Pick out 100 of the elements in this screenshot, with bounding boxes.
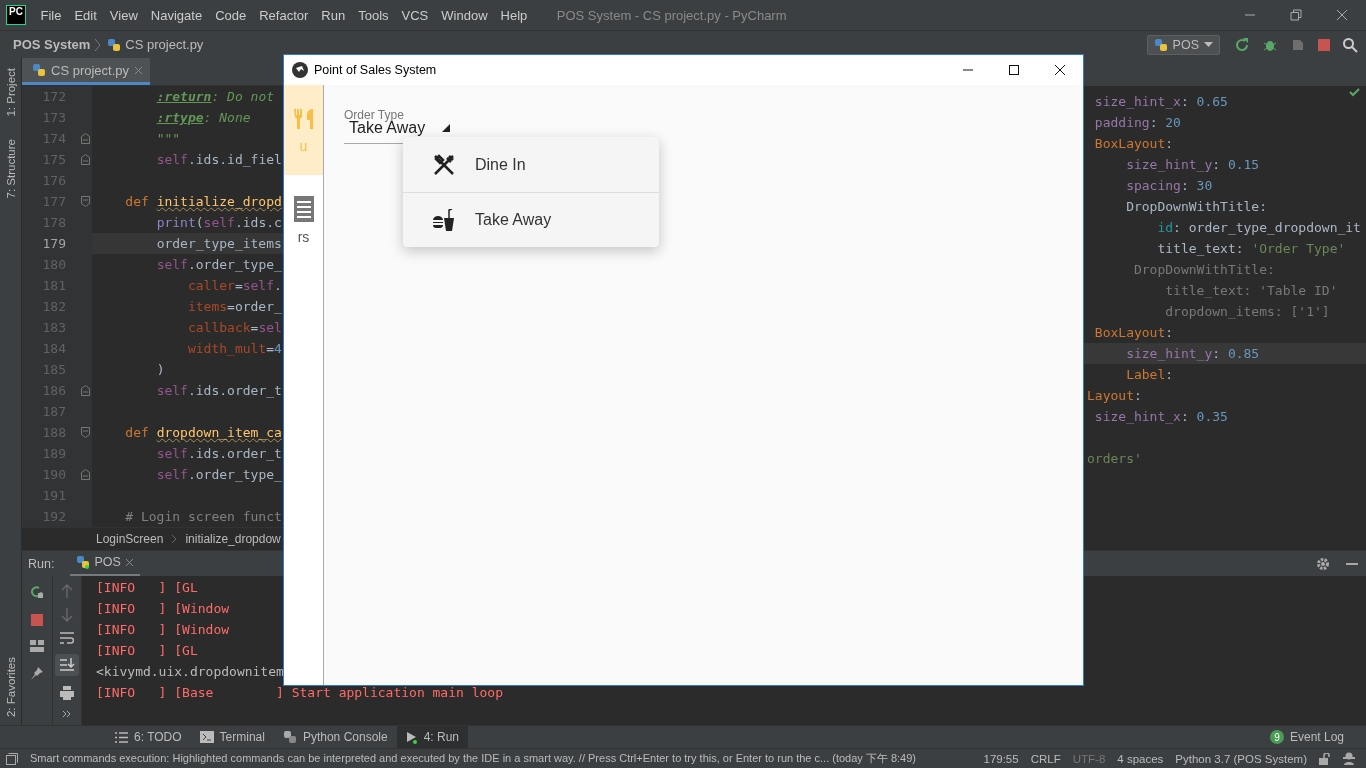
pin-icon[interactable] xyxy=(30,666,44,680)
fold-icon[interactable] xyxy=(81,385,90,396)
code-line: self.order_type_ xyxy=(155,467,282,482)
code-line: :return: Do not xyxy=(155,89,275,104)
menu-item[interactable]: Code xyxy=(215,7,247,23)
cutlery-icon xyxy=(291,107,316,131)
menu-item[interactable]: Navigate xyxy=(150,7,203,23)
restore-icon[interactable] xyxy=(1290,9,1302,21)
python-icon xyxy=(76,555,91,569)
fold-icon[interactable] xyxy=(81,133,90,144)
code-line: def initialize_dropd xyxy=(124,194,282,209)
settings-icon[interactable] xyxy=(1316,556,1330,571)
menu-item[interactable]: Refactor xyxy=(259,7,309,23)
layout-icon[interactable] xyxy=(30,640,44,652)
menu-item[interactable]: Run xyxy=(321,7,346,23)
console-line: <kivymd.uix.dropdownitem xyxy=(96,663,285,681)
code-line: width_mult=4 xyxy=(186,341,282,356)
menu-option[interactable]: Take Away xyxy=(403,192,659,247)
status-message: Smart commands execution: Highlighted commands can be interpreted and executed by the IDE in a smart way. // Press Ctrl+Enter to try this, or Enter to run the c... (today 下午 8:49) xyxy=(30,751,917,766)
more-icon[interactable] xyxy=(63,710,71,718)
menu-item[interactable]: File xyxy=(40,7,62,23)
menu-item[interactable]: Tools xyxy=(358,7,389,23)
lock-icon[interactable] xyxy=(1319,752,1330,765)
scroll-to-end-icon[interactable] xyxy=(55,654,79,676)
code-line: size_hint_y: 0.15 xyxy=(1125,157,1260,172)
menu-item[interactable]: View xyxy=(109,7,138,23)
project-crumb[interactable]: POS System xyxy=(13,37,91,52)
list-icon xyxy=(115,731,128,743)
receipt-icon xyxy=(293,196,314,222)
nav-rail-item[interactable]: rs xyxy=(284,175,323,265)
check-icon xyxy=(1349,88,1360,97)
code-line: """ xyxy=(155,131,181,146)
python-file-icon xyxy=(32,63,46,77)
fold-icon[interactable] xyxy=(81,154,90,165)
event-log-button[interactable]: 9 Event Log xyxy=(1269,730,1366,744)
tool-window-tab[interactable]: Python Console xyxy=(273,725,397,749)
fold-icon[interactable] xyxy=(81,469,90,480)
python-icon xyxy=(282,730,297,744)
menu-item[interactable]: Help xyxy=(500,7,528,23)
menu-item[interactable]: Edit xyxy=(74,7,97,23)
status-item[interactable]: 179:55 xyxy=(983,752,1019,765)
fold-icon[interactable] xyxy=(81,196,90,207)
code-line: callback=sel xyxy=(186,320,282,335)
status-item[interactable]: Python 3.7 (POS System) xyxy=(1175,752,1307,765)
code-line: title_text: 'Order Type' xyxy=(1156,241,1346,256)
search-icon[interactable] xyxy=(1342,36,1358,53)
console-line: [INFO ] [Window xyxy=(96,600,231,618)
code-line: print(self.ids.c xyxy=(155,215,282,230)
run-config-dropdown[interactable]: POS xyxy=(1146,34,1220,55)
code-line: # Login screen funct xyxy=(124,509,282,524)
tool-window-tab[interactable]: 1: Project xyxy=(4,68,17,117)
chevron-icon xyxy=(94,37,102,52)
code-line: order_type_items xyxy=(155,236,282,251)
code-line: size_hint_y: 0.85 xyxy=(1125,346,1260,361)
console-line: [INFO ] [Window xyxy=(96,621,231,639)
status-item[interactable]: CRLF xyxy=(1030,752,1061,765)
code-line: orders' xyxy=(1086,451,1142,466)
code-line: DropDownWithTitle: xyxy=(1125,199,1267,214)
rerun-icon[interactable] xyxy=(29,584,45,600)
code-line: dropdown_items: ['1'] xyxy=(1164,304,1330,319)
menu-item[interactable]: Window xyxy=(441,7,488,23)
code-line: self.ids.id_fiel xyxy=(155,152,282,167)
code-line: caller=self. xyxy=(186,278,282,293)
maximize-icon[interactable] xyxy=(1008,64,1020,76)
stop-icon[interactable] xyxy=(1318,38,1330,51)
code-line: ) xyxy=(155,362,165,377)
panel-toggle-icon[interactable] xyxy=(6,752,18,765)
takeaway-icon xyxy=(433,209,455,231)
tool-window-tab[interactable]: Terminal xyxy=(190,725,274,749)
breadcrumb-item[interactable]: initialize_dropdow xyxy=(185,532,281,546)
code-line: self.ids.order_t xyxy=(155,446,282,461)
code-line: size_hint_x: 0.35 xyxy=(1093,409,1228,424)
rerun-icon[interactable] xyxy=(1234,36,1250,53)
console-line: [INFO ] [Base ] Start application main loop xyxy=(96,684,503,702)
editor-tab[interactable]: CS project.py xyxy=(22,58,151,85)
code-line: :rtype: None xyxy=(155,110,251,125)
close-icon[interactable] xyxy=(1054,64,1066,76)
fold-icon[interactable] xyxy=(81,427,90,438)
caret-icon xyxy=(442,124,450,132)
status-item[interactable]: 4 spaces xyxy=(1117,752,1164,765)
window-title: POS System - CS project.py - PyCharm xyxy=(556,7,787,23)
code-line: BoxLayout: xyxy=(1093,136,1174,151)
terminal-icon xyxy=(199,731,214,743)
console-line: [INFO ] [GL xyxy=(96,579,199,597)
file-crumb[interactable]: CS project.py xyxy=(125,37,204,52)
console-line: [INFO ] [GL xyxy=(96,642,199,660)
cutlery-icon xyxy=(433,153,455,176)
code-line: title_text: 'Table ID' xyxy=(1164,283,1338,298)
tool-window-tab[interactable]: 7: Structure xyxy=(4,138,17,199)
tool-window-tab[interactable]: 2: Favorites xyxy=(4,656,17,717)
tool-window-tab[interactable]: 6: TODO xyxy=(106,725,191,749)
breadcrumb-item[interactable]: LoginScreen xyxy=(96,532,164,546)
chevron-icon xyxy=(171,534,178,544)
window-title: Point of Sales System xyxy=(314,63,437,77)
tool-window-tab[interactable]: 4: Run xyxy=(396,725,469,749)
soft-wrap-icon[interactable] xyxy=(60,632,74,644)
code-line: id: order_type_dropdown_it xyxy=(1156,220,1361,235)
print-icon[interactable] xyxy=(60,686,74,700)
code-line: def dropdown_item_ca xyxy=(124,425,282,440)
menu-item[interactable]: VCS xyxy=(401,7,429,23)
